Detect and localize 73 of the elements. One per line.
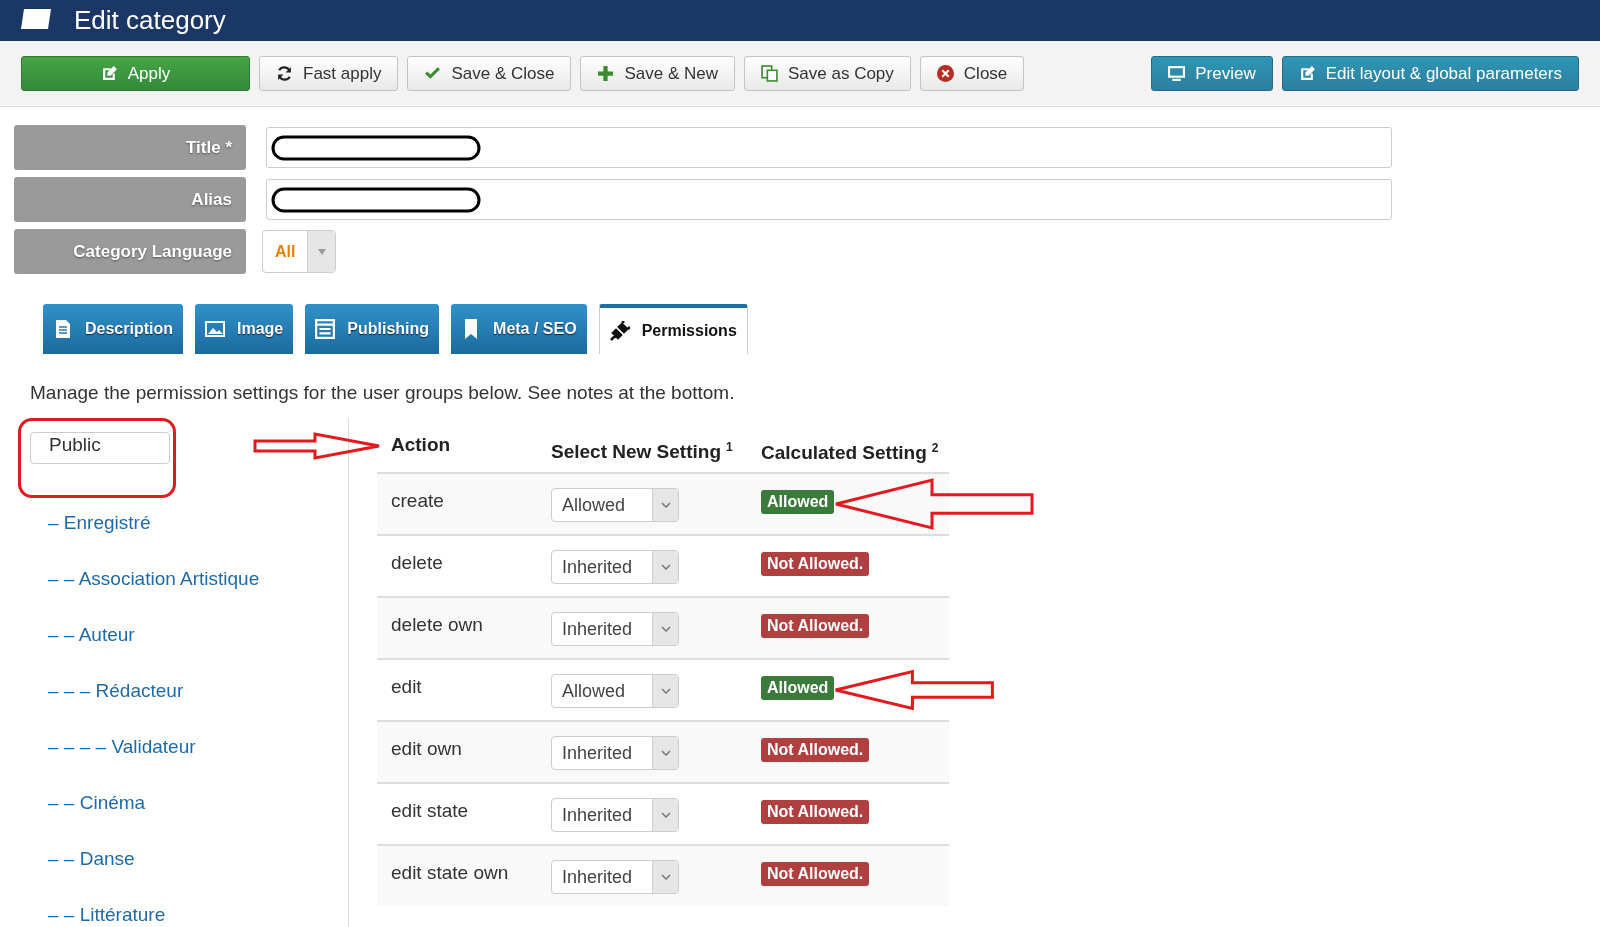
- group-tab[interactable]: Public: [30, 432, 170, 464]
- status-label: Not Allowed.: [761, 738, 870, 762]
- setting-select[interactable]: Inherited: [551, 612, 679, 646]
- tab[interactable]: Description: [43, 304, 183, 354]
- toolbar-button[interactable]: Preview: [1151, 56, 1273, 91]
- action-name: edit own: [390, 737, 463, 761]
- status-label: Not Allowed.: [761, 800, 870, 824]
- toolbar-button[interactable]: Save as Copy: [744, 56, 911, 91]
- setting-select[interactable]: Allowed: [551, 488, 679, 522]
- chevron-icon: [660, 874, 671, 880]
- action-name: edit state: [390, 799, 470, 823]
- image-icon: [205, 319, 225, 339]
- chevron-icon: [660, 812, 671, 818]
- tab[interactable]: Meta / SEO: [451, 304, 587, 354]
- toolbar-button[interactable]: Apply: [21, 56, 250, 91]
- copy-icon: [761, 65, 778, 82]
- status-label: Allowed: [761, 676, 835, 700]
- toolbar-button[interactable]: Save & Close: [407, 56, 572, 91]
- page-title: Edit category: [74, 7, 226, 33]
- group-link[interactable]: – – Littérature: [18, 894, 348, 927]
- chevron-icon: [660, 750, 671, 756]
- tab[interactable]: Permissions: [598, 304, 748, 354]
- group-link[interactable]: – – Danse: [18, 838, 348, 894]
- group-link[interactable]: – – – Rédacteur: [18, 670, 348, 726]
- chevron-icon: [660, 688, 671, 694]
- action-name: create: [390, 489, 445, 513]
- toolbar-button[interactable]: Edit layout & global parameters: [1281, 56, 1579, 91]
- tab[interactable]: Image: [195, 304, 294, 354]
- close-icon: [936, 65, 954, 82]
- chevron-icon: [660, 564, 671, 570]
- field-label: Category Language: [14, 229, 246, 274]
- group-link[interactable]: – – – – Validateur: [18, 726, 348, 782]
- setting-select[interactable]: Inherited: [551, 860, 679, 894]
- group-link[interactable]: – – Association Artistique: [18, 558, 348, 614]
- field-label: Alias: [14, 177, 246, 222]
- tab[interactable]: Publishing: [305, 304, 440, 354]
- check-icon: [424, 65, 442, 82]
- status-label: Not Allowed.: [761, 552, 870, 576]
- action-name: edit: [390, 675, 423, 699]
- action-name: edit state own: [390, 861, 510, 885]
- description-text: Manage the permission settings for the user groups below. See notes at the bottom.: [30, 382, 736, 404]
- column-header: Select New Setting $^{1}$: [550, 439, 734, 464]
- toolbar-button[interactable]: Close: [919, 56, 1025, 91]
- input-field[interactable]: [266, 127, 1392, 168]
- setting-select[interactable]: Inherited: [551, 550, 679, 584]
- group-link[interactable]: – – Cinéma: [18, 782, 348, 838]
- field-label: Title *: [14, 125, 246, 170]
- chevron-icon: [660, 626, 671, 632]
- toolbar-button[interactable]: Save & New: [580, 56, 735, 91]
- group-link[interactable]: – – Auteur: [18, 614, 348, 670]
- status-label: Allowed: [761, 490, 835, 514]
- refresh-icon: [276, 65, 293, 82]
- status-label: Not Allowed.: [761, 862, 870, 886]
- status-label: Not Allowed.: [761, 614, 870, 638]
- group-link[interactable]: – Enregistré: [18, 502, 348, 558]
- plus-icon: [597, 65, 615, 82]
- edit-icon: [100, 65, 118, 82]
- column-header: Calculated Setting $^{2}$: [760, 440, 940, 465]
- toolbar-button[interactable]: Fast apply: [259, 56, 399, 91]
- action-name: delete own: [390, 613, 484, 637]
- chevron-icon: [660, 502, 671, 508]
- plug-icon: [609, 321, 630, 341]
- calendar-icon: [315, 319, 336, 339]
- monitor-icon: [1168, 65, 1186, 82]
- document-icon: [53, 319, 73, 339]
- action-name: delete: [390, 551, 444, 575]
- input-field[interactable]: [266, 179, 1392, 220]
- setting-select[interactable]: Inherited: [551, 798, 679, 832]
- caret-icon: [317, 248, 326, 255]
- edit-icon: [1298, 65, 1316, 82]
- setting-select[interactable]: Allowed: [551, 674, 679, 708]
- setting-select[interactable]: Inherited: [551, 736, 679, 770]
- column-header: Action: [390, 434, 452, 456]
